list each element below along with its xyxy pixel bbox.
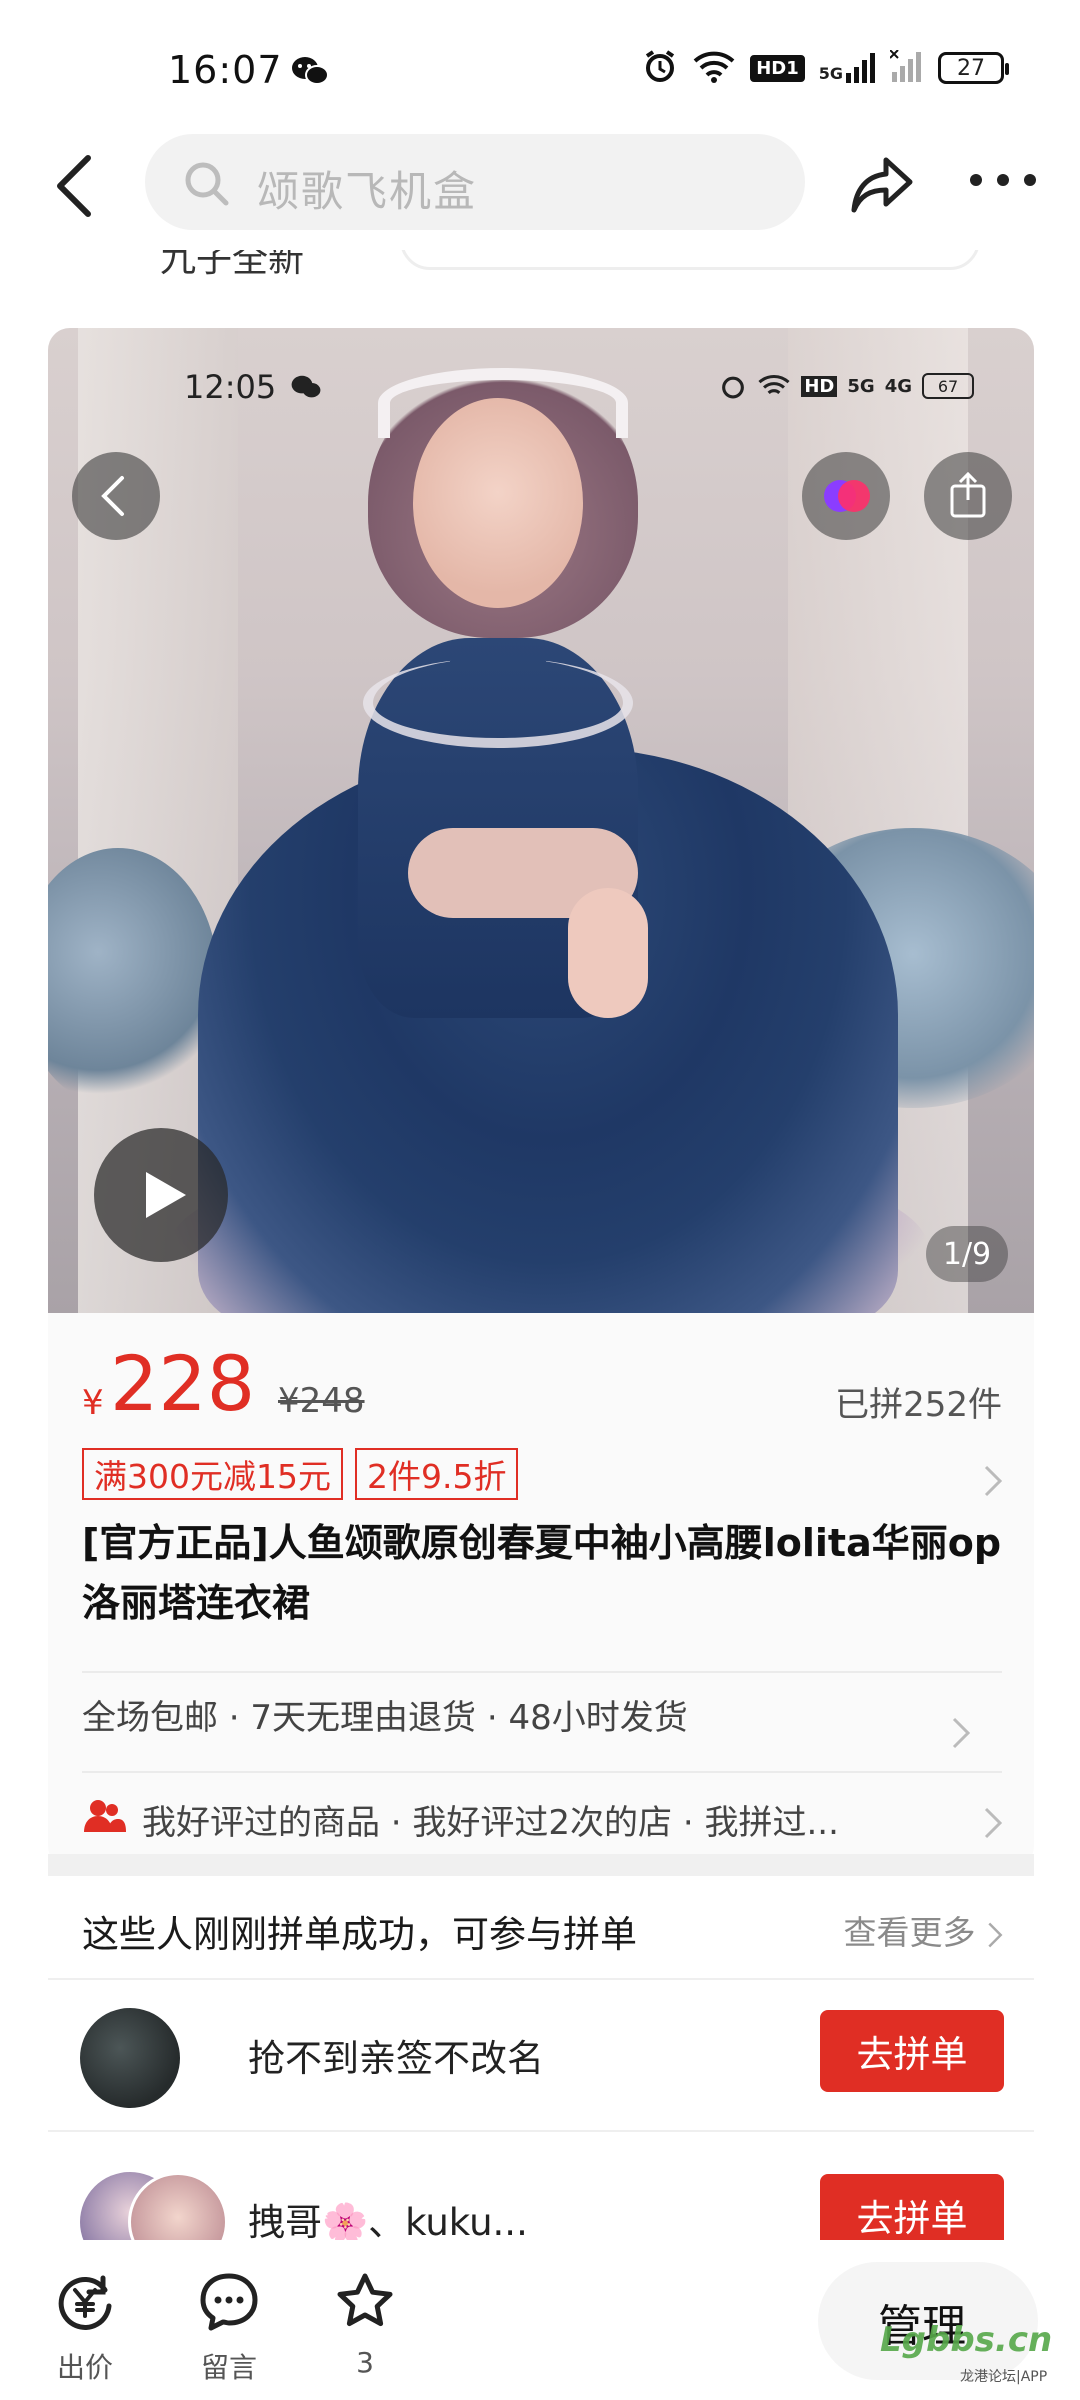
tab-strip-pill bbox=[400, 250, 980, 270]
star-icon bbox=[310, 2270, 420, 2338]
status-icons: HD1 5G 27 bbox=[642, 48, 1009, 88]
image-back-button[interactable] bbox=[72, 452, 160, 540]
image-status-time: 12:05 bbox=[184, 368, 277, 406]
alarm-icon bbox=[722, 376, 745, 399]
service-row[interactable]: 全场包邮 · 7天无理由退货 · 48小时发货 bbox=[82, 1678, 1002, 1758]
product-image[interactable]: 12:05 HD 5G 4G 67 1/9 bbox=[48, 328, 1034, 1313]
promo-tags[interactable]: 满300元减15元 2件9.5折 bbox=[82, 1448, 519, 1500]
signal-weak-icon bbox=[889, 49, 924, 86]
social-proof-row[interactable]: 我好评过的商品 · 我好评过2次的店 · 我拼过... bbox=[82, 1783, 982, 1863]
currency-symbol: ¥ bbox=[82, 1383, 104, 1423]
group-user-name: 抢不到亲签不改名 bbox=[248, 2037, 544, 2080]
wifi-icon bbox=[692, 49, 736, 87]
status-bar: 16:07 HD1 5G 27 bbox=[0, 0, 1080, 130]
promo-tag[interactable]: 满300元减15元 bbox=[82, 1448, 343, 1500]
group-user-name: 拽哥🌸、kuku... bbox=[248, 2201, 528, 2244]
social-proof-text: 我好评过的商品 · 我好评过2次的店 · 我拼过... bbox=[142, 1803, 839, 1843]
comment-button[interactable]: 留言 bbox=[174, 2270, 284, 2386]
watermark-logo: Lgbbs.cn bbox=[880, 2320, 1053, 2360]
battery-indicator: 27 bbox=[938, 52, 1009, 84]
bid-button[interactable]: 出价 bbox=[30, 2270, 140, 2386]
back-button[interactable] bbox=[48, 150, 108, 220]
bottom-bar: 出价 留言 3 管理 Lgbbs.cn 龙港论坛|APP bbox=[0, 2240, 1080, 2400]
sold-count: 已拼252件 bbox=[835, 1385, 1002, 1425]
wechat-icon bbox=[290, 374, 322, 404]
divider bbox=[48, 2130, 1034, 2132]
image-status-icons: HD 5G 4G 67 bbox=[719, 372, 974, 400]
bid-label: 出价 bbox=[56, 2351, 113, 2384]
wifi-icon bbox=[758, 375, 790, 395]
chevron-right-icon[interactable] bbox=[982, 1805, 1004, 1845]
wechat-icon bbox=[290, 55, 330, 91]
service-text: 全场包邮 · 7天无理由退货 · 48小时发货 bbox=[82, 1698, 688, 1738]
promo-tag[interactable]: 2件9.5折 bbox=[354, 1448, 519, 1500]
group-buy-header: 这些人刚刚拼单成功，可参与拼单 查看更多 bbox=[48, 1878, 1034, 1978]
yuan-refresh-icon bbox=[30, 2270, 140, 2338]
chevron-right-icon bbox=[950, 1700, 972, 1780]
divider bbox=[82, 1671, 1002, 1673]
chevron-right-icon[interactable] bbox=[982, 1463, 1004, 1503]
search-bar[interactable]: 颂歌飞机盒 bbox=[145, 134, 805, 230]
signal-5g-icon: 5G bbox=[819, 53, 876, 83]
favorite-button[interactable]: 3 bbox=[310, 2270, 420, 2379]
avatar bbox=[80, 2008, 180, 2108]
join-group-button[interactable]: 去拼单 bbox=[820, 2010, 1004, 2092]
comment-label: 留言 bbox=[200, 2351, 257, 2384]
product-card: 12:05 HD 5G 4G 67 1/9 ¥ 228 ¥248 已拼252件 … bbox=[48, 328, 1034, 1868]
group-buy-title: 这些人刚刚拼单成功，可参与拼单 bbox=[82, 1913, 637, 1956]
share-icon[interactable] bbox=[848, 150, 916, 218]
tab-strip: 九子全新 bbox=[0, 250, 1080, 276]
hd-badge: HD bbox=[801, 375, 838, 397]
alarm-icon bbox=[642, 48, 678, 88]
people-icon bbox=[82, 1783, 126, 1863]
video-swirl-icon[interactable] bbox=[802, 452, 890, 540]
favorite-count: 3 bbox=[356, 2346, 374, 2379]
watermark-caption: 龙港论坛|APP bbox=[960, 2369, 1048, 2385]
current-price: 228 bbox=[110, 1339, 256, 1428]
tab-strip-label: 九子全新 bbox=[160, 250, 305, 276]
section-gap bbox=[48, 1854, 1034, 1876]
status-time: 16:07 bbox=[168, 48, 283, 92]
product-title: [官方正品]人鱼颂歌原创春夏中袖小高腰lolita华丽op洛丽塔连衣裙 bbox=[82, 1521, 1002, 1625]
signal-5g: 5G bbox=[847, 375, 875, 397]
search-placeholder: 颂歌飞机盒 bbox=[257, 167, 478, 216]
divider bbox=[48, 1978, 1034, 1980]
original-price: ¥248 bbox=[278, 1381, 365, 1421]
signal-4g: 4G bbox=[884, 375, 912, 397]
play-video-button[interactable] bbox=[94, 1128, 228, 1262]
image-share-icon[interactable] bbox=[924, 452, 1012, 540]
price-row: ¥ 228 ¥248 已拼252件 bbox=[82, 1339, 1002, 1433]
more-icon[interactable] bbox=[968, 170, 1038, 190]
hd-badge: HD1 bbox=[750, 54, 805, 82]
group-row: 抢不到亲签不改名 去拼单 bbox=[48, 1986, 1034, 2126]
view-more-link[interactable]: 查看更多 bbox=[844, 1906, 1005, 1954]
battery-indicator: 67 bbox=[922, 373, 974, 399]
top-nav: 颂歌飞机盒 bbox=[0, 130, 1080, 250]
divider bbox=[82, 1771, 1002, 1773]
search-icon bbox=[183, 160, 231, 212]
chat-bubble-icon bbox=[174, 2270, 284, 2338]
image-counter: 1/9 bbox=[926, 1226, 1008, 1282]
chevron-right-icon bbox=[988, 1922, 1003, 1947]
